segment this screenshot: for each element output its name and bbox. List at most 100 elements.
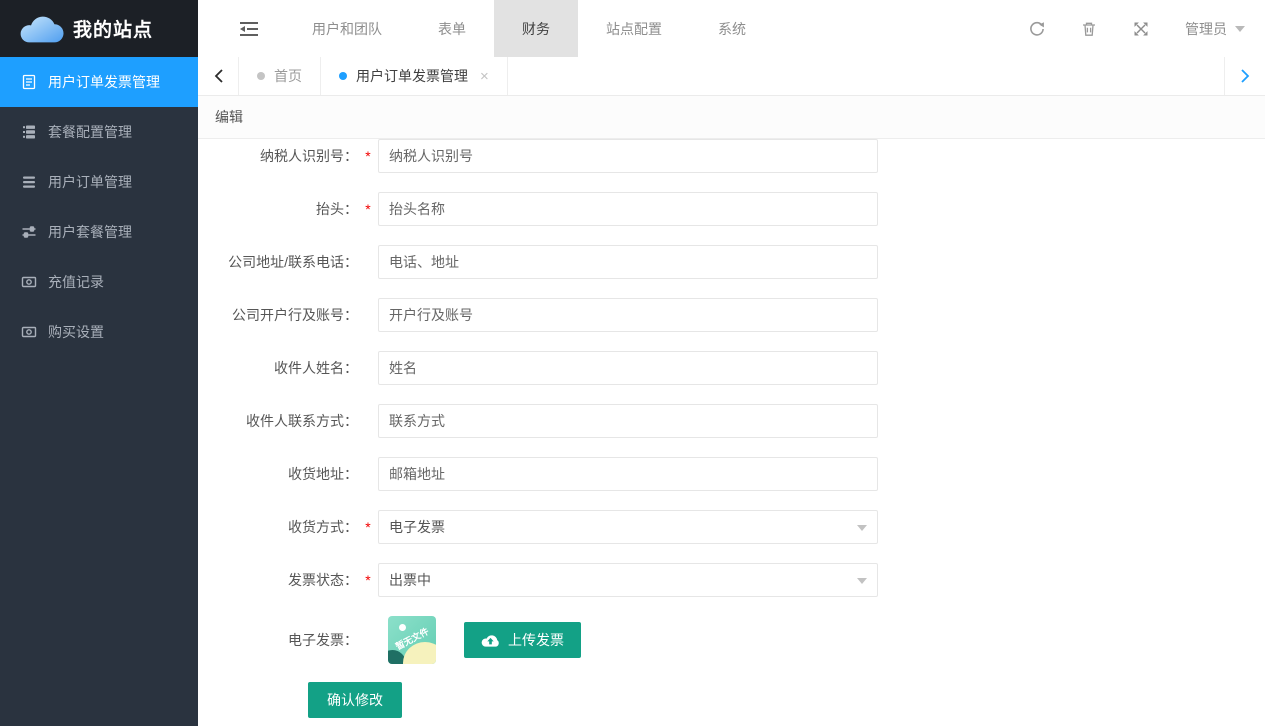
tab-status-dot — [257, 72, 265, 80]
sliders-icon — [21, 224, 37, 240]
panel-title: 编辑 — [215, 107, 243, 127]
field-label: 发票状态： — [198, 570, 358, 590]
field-label: 收件人姓名： — [198, 358, 358, 378]
sidebar-item-label: 充值记录 — [48, 272, 104, 292]
upload-control: 暂无文件 上传发票 — [378, 616, 581, 664]
nav-item-label: 系统 — [718, 19, 746, 39]
user-menu[interactable]: 管理员 — [1185, 19, 1245, 39]
select-value: 电子发票 — [389, 517, 445, 537]
tabs-scroll-left-button[interactable] — [198, 57, 239, 95]
nav-item-system[interactable]: 系统 — [690, 0, 774, 57]
form-row-taxpayer-id: 纳税人识别号： * — [198, 139, 1265, 173]
sidebar: 我的站点 用户订单发票管理 套餐配置管理 用户订单管理 用户套餐管理 充值记录 — [0, 0, 198, 726]
nav-item-label: 用户和团队 — [312, 19, 382, 39]
invoice-status-select[interactable]: 出票中 — [378, 563, 878, 597]
company-address-phone-input[interactable] — [378, 245, 878, 279]
order-list-icon — [21, 174, 37, 190]
money-settings-icon — [21, 324, 37, 340]
field-label: 收货方式： — [198, 517, 358, 537]
field-label: 抬头： — [198, 199, 358, 219]
sidebar-item-label: 购买设置 — [48, 322, 104, 342]
confirm-changes-button[interactable]: 确认修改 — [308, 682, 402, 718]
form-row-recipient-name: 收件人姓名： — [198, 351, 1265, 385]
sidebar-item-user-orders[interactable]: 用户订单管理 — [0, 157, 198, 207]
recipient-name-input[interactable] — [378, 351, 878, 385]
site-title: 我的站点 — [73, 15, 153, 42]
sidebar-menu: 用户订单发票管理 套餐配置管理 用户订单管理 用户套餐管理 充值记录 购买设置 — [0, 57, 198, 357]
form-row-invoice-title: 抬头： * — [198, 192, 1265, 226]
chevron-left-icon — [214, 69, 223, 83]
tab-label: 首页 — [274, 66, 302, 86]
form-row-e-invoice: 电子发票： 暂无文件 上传发票 — [198, 616, 1265, 664]
field-label: 收件人联系方式： — [198, 411, 358, 431]
form-row-delivery-method: 收货方式： * 电子发票 — [198, 510, 1265, 544]
required-asterisk: * — [358, 572, 378, 588]
recipient-contact-input[interactable] — [378, 404, 878, 438]
tab-label: 用户订单发票管理 — [356, 66, 468, 86]
field-label: 收货地址： — [198, 464, 358, 484]
nav-item-label: 站点配置 — [606, 19, 662, 39]
chevron-right-icon — [1241, 69, 1250, 83]
upload-invoice-button[interactable]: 上传发票 — [464, 622, 581, 658]
upload-button-label: 上传发票 — [508, 630, 564, 650]
thumb-sun-shape — [399, 624, 406, 631]
invoice-preview-thumbnail[interactable]: 暂无文件 — [388, 616, 436, 664]
refresh-icon[interactable] — [1029, 21, 1045, 37]
cloud-upload-icon — [481, 633, 500, 648]
chevron-down-icon — [1235, 26, 1245, 32]
delivery-method-select[interactable]: 电子发票 — [378, 510, 878, 544]
collapse-menu-icon[interactable] — [240, 22, 258, 36]
nav-item-forms[interactable]: 表单 — [410, 0, 494, 57]
bank-account-input[interactable] — [378, 298, 878, 332]
fullscreen-icon[interactable] — [1133, 21, 1149, 37]
sidebar-item-label: 用户订单发票管理 — [48, 72, 160, 92]
package-config-icon — [21, 124, 37, 140]
sidebar-item-user-packages[interactable]: 用户套餐管理 — [0, 207, 198, 257]
field-label: 纳税人识别号： — [198, 146, 358, 166]
sidebar-item-purchase-settings[interactable]: 购买设置 — [0, 307, 198, 357]
required-asterisk: * — [358, 148, 378, 164]
field-label: 公司开户行及账号： — [198, 305, 358, 325]
form-row-recipient-contact: 收件人联系方式： — [198, 404, 1265, 438]
nav-item-site-config[interactable]: 站点配置 — [578, 0, 690, 57]
sidebar-item-package-config[interactable]: 套餐配置管理 — [0, 107, 198, 157]
nav-item-label: 财务 — [522, 19, 550, 39]
required-asterisk: * — [358, 519, 378, 535]
tab-close-icon[interactable]: × — [480, 68, 489, 85]
trash-icon[interactable] — [1081, 21, 1097, 37]
cloud-logo-icon — [18, 13, 64, 45]
field-label: 公司地址/联系电话： — [198, 252, 358, 272]
user-menu-label: 管理员 — [1185, 19, 1227, 39]
sidebar-item-label: 用户套餐管理 — [48, 222, 132, 242]
top-nav: 用户和团队 表单 财务 站点配置 系统 — [284, 0, 774, 57]
tab-invoice-management[interactable]: 用户订单发票管理 × — [321, 57, 508, 95]
brand-logo: 我的站点 — [0, 0, 198, 57]
field-label: 电子发票： — [198, 630, 358, 650]
form-row-invoice-status: 发票状态： * 出票中 — [198, 563, 1265, 597]
chevron-down-icon — [857, 525, 867, 531]
tabs-scroll-right-button[interactable] — [1224, 57, 1265, 95]
app-window: 我的站点 用户订单发票管理 套餐配置管理 用户订单管理 用户套餐管理 充值记录 — [0, 0, 1265, 726]
sidebar-item-recharge-records[interactable]: 充值记录 — [0, 257, 198, 307]
required-asterisk: * — [358, 201, 378, 217]
delivery-address-input[interactable] — [378, 457, 878, 491]
chevron-down-icon — [857, 578, 867, 584]
sidebar-item-label: 套餐配置管理 — [48, 122, 132, 142]
nav-item-finance[interactable]: 财务 — [494, 0, 578, 57]
form-row-bank-account: 公司开户行及账号： — [198, 298, 1265, 332]
invoice-title-input[interactable] — [378, 192, 878, 226]
panel-header: 编辑 — [198, 96, 1265, 139]
tab-status-dot — [339, 72, 347, 80]
form-row-delivery-address: 收货地址： — [198, 457, 1265, 491]
select-value: 出票中 — [389, 570, 431, 590]
nav-item-users-teams[interactable]: 用户和团队 — [284, 0, 410, 57]
form-row-company-address-phone: 公司地址/联系电话： — [198, 245, 1265, 279]
form-actions: 确认修改 — [308, 682, 1265, 718]
sidebar-item-label: 用户订单管理 — [48, 172, 132, 192]
invoice-doc-icon — [21, 74, 37, 90]
edit-form: 纳税人识别号： * 抬头： * 公司地址/联系电话： 公司开户行及账号： 收件人… — [198, 139, 1265, 726]
taxpayer-id-input[interactable] — [378, 139, 878, 173]
tab-home[interactable]: 首页 — [239, 57, 321, 95]
money-record-icon — [21, 274, 37, 290]
sidebar-item-invoice-management[interactable]: 用户订单发票管理 — [0, 57, 198, 107]
